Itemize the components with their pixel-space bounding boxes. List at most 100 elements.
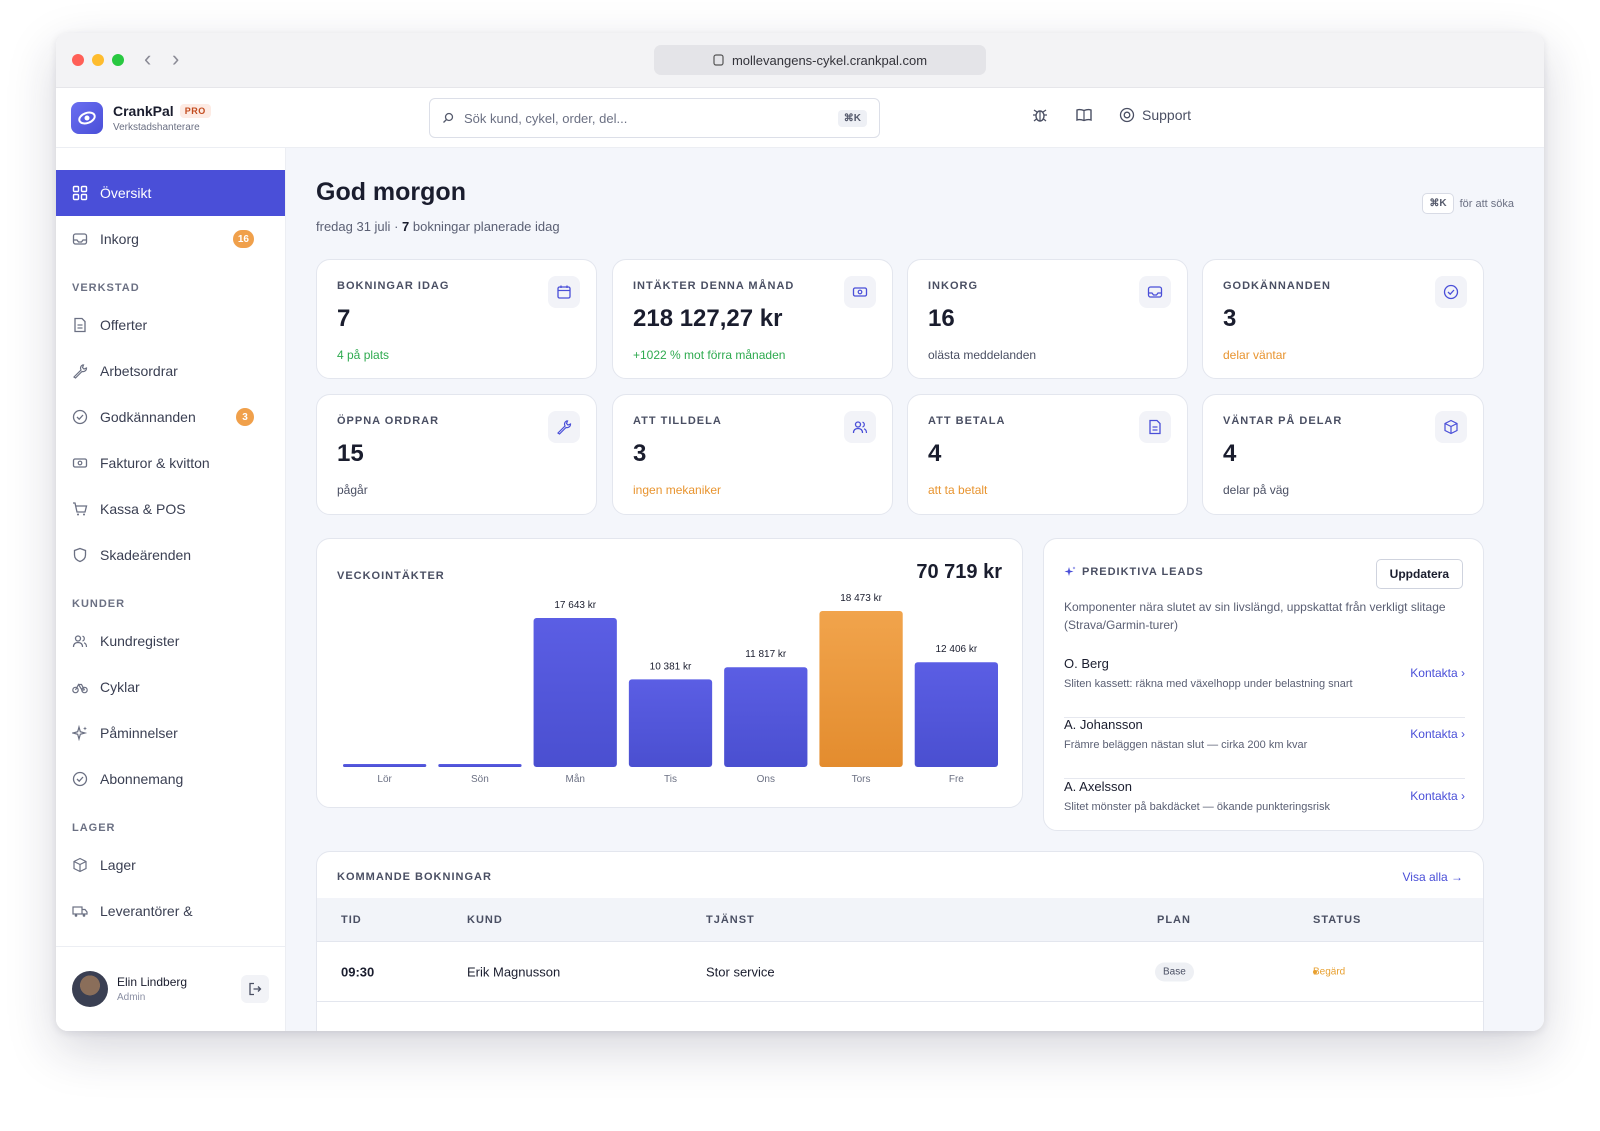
bar-sön[interactable] [438,764,522,767]
sidebar-item-offerter[interactable]: Offerter [56,302,285,348]
contact-lead-link[interactable]: Kontakta › [1410,789,1465,803]
bug-report-button[interactable] [1031,106,1049,124]
bar-ons[interactable] [724,667,808,767]
sidebar-item-label: Abonnemang [100,771,184,787]
search-input[interactable]: Sök kund, cykel, order, del... ⌘K [429,98,880,138]
back-arrow-icon[interactable]: ‹ [144,46,151,72]
shortcut-key: ⌘K [1422,193,1454,214]
sparkle-icon [72,725,88,741]
sidebar-item-fakturor[interactable]: Fakturor & kvitton [56,440,285,486]
sidebar-item-label: Skadeärenden [100,547,192,563]
stat-note: +1022 % mot förra månaden [633,348,786,362]
predictive-leads-card: PREDIKTIVA LEADS Uppdatera Komponenter n… [1043,538,1484,831]
sidebar-section-title: VERKSTAD [72,282,140,294]
brand-subtitle: Verkstadshanterare [113,122,200,133]
sidebar-item-skadearenden[interactable]: Skadeärenden [56,532,285,578]
sidebar-item-arbetsordrar[interactable]: Arbetsordrar [56,348,285,394]
bar-value-label: 10 381 kr [650,661,692,672]
inbox-count-badge: 16 [232,230,254,248]
docs-button[interactable] [1075,106,1093,124]
column-header[interactable]: STATUS [1313,914,1361,926]
contact-lead-link[interactable]: Kontakta › [1410,727,1465,741]
x-tick-label: Sön [471,774,489,785]
sidebar-item-kundregister[interactable]: Kundregister [56,618,285,664]
booking-customer: Erik Magnusson [467,964,561,979]
column-header[interactable]: KUND [467,914,503,926]
column-header[interactable]: PLAN [1157,914,1191,926]
stat-note: att ta betalt [928,483,988,497]
logout-button[interactable] [241,975,269,1003]
sidebar-item-godkannanden[interactable]: Godkännanden 3 [56,394,285,440]
lead-description: Främre beläggen nästan slut — cirka 200 … [1064,739,1308,751]
user-profile[interactable]: Elin Lindberg Admin [56,946,285,1031]
bar-lör[interactable] [343,764,427,767]
bar-value-label: 12 406 kr [936,644,978,655]
sidebar-item-abonnemang[interactable]: Abonnemang [56,756,285,802]
column-header[interactable]: TJÄNST [706,914,755,926]
app-header: CrankPal PRO Verkstadshanterare Sök kund,… [56,88,1544,148]
stat-card-approvals[interactable]: GODKÄNNANDEN 3 delar väntar [1202,259,1484,379]
subtitle-separator: · [390,219,403,234]
bug-icon [1033,109,1047,122]
sidebar-item-leverantorer[interactable]: Leverantörer & [56,888,285,934]
close-window-button[interactable] [72,54,84,66]
truck-icon [72,906,88,917]
bar-fre[interactable] [914,662,998,767]
main-content: God morgon fredag 31 juli · 7 bokningar … [286,148,1544,1031]
maximize-window-button[interactable] [112,54,124,66]
avatar [72,971,108,1007]
status-badge: Begärd [1313,966,1345,977]
sidebar-item-inkorg[interactable]: Inkorg 16 [56,216,285,262]
url-bar[interactable]: mollevangens-cykel.crankpal.com [654,45,986,75]
bar-value-label: 17 643 kr [554,600,596,611]
column-header[interactable]: TID [341,914,362,926]
stat-note: delar på väg [1223,483,1290,497]
stat-card-open-orders[interactable]: ÖPPNA ORDRAR 15 pågår [316,394,597,515]
bar-tis[interactable] [628,679,713,767]
table-header: TID KUND TJÄNST PLAN STATUS [317,898,1483,942]
table-row[interactable]: 09:30 Erik Magnusson Stor service Base B… [317,942,1483,1002]
contact-lead-link[interactable]: Kontakta › [1410,666,1465,680]
chart-plot-area: Lör Sön Mån 17 643 kr Tis 10 381 kr Ons 11 817 … [343,593,998,785]
bar-tors[interactable] [819,611,903,767]
stat-note: 4 på plats [337,348,390,362]
today-date: fredag 31 juli [316,219,391,234]
users-icon [844,411,876,443]
sidebar-item-label: Översikt [100,185,152,201]
sidebar-item-cyklar[interactable]: Cyklar [56,664,285,710]
minimize-window-button[interactable] [92,54,104,66]
bar-mån[interactable] [533,618,617,767]
sidebar-item-lager[interactable]: Lager [56,842,285,888]
inbox-icon [1139,276,1171,308]
forward-arrow-icon[interactable]: › [172,46,179,72]
stat-card-to-pay[interactable]: ATT BETALA 4 att ta betalt [907,394,1188,515]
wrench-icon [548,411,580,443]
sidebar-item-label: Leverantörer & [100,903,193,919]
stat-note: pågår [337,483,368,497]
box-icon [73,857,87,873]
leads-title-text: PREDIKTIVA LEADS [1082,566,1204,578]
stat-card-to-assign[interactable]: ATT TILLDELA 3 ingen mekaniker [612,394,893,515]
sidebar-item-paminnelser[interactable]: Påminnelser [56,710,285,756]
stat-value: 3 [1223,305,1237,332]
lifebuoy-icon [1119,107,1135,123]
leads-title: PREDIKTIVA LEADS [1064,566,1204,578]
sidebar-item-label: Kassa & POS [100,501,186,517]
sidebar-item-label: Fakturor & kvitton [100,455,210,471]
stat-label: ATT BETALA [928,415,1006,427]
check-circle-icon [1435,276,1467,308]
shortcut-hint-text: för att söka [1459,197,1514,210]
brand-name: CrankPal [113,103,174,119]
plan-badge: Base [1155,962,1194,981]
stat-card-bookings-today[interactable]: BOKNINGAR IDAG 7 4 på plats [316,259,597,379]
refresh-leads-button[interactable]: Uppdatera [1375,559,1463,589]
sidebar-item-kassa[interactable]: Kassa & POS [56,486,285,532]
stat-card-waiting-parts[interactable]: VÄNTAR PÅ DELAR 4 delar på väg [1202,394,1484,515]
brand[interactable]: CrankPal PRO Verkstadshanterare [71,102,211,134]
support-button[interactable]: Support [1119,107,1191,123]
stat-card-revenue-month[interactable]: INTÄKTER DENNA MÅNAD 218 127,27 kr +1022… [612,259,893,379]
x-tick-label: Tors [852,774,871,785]
stat-card-inbox[interactable]: INKORG 16 olästa meddelanden [907,259,1188,379]
view-all-link[interactable]: Visa alla → [1403,870,1463,884]
sidebar-item-oversikt[interactable]: Översikt [56,170,285,216]
